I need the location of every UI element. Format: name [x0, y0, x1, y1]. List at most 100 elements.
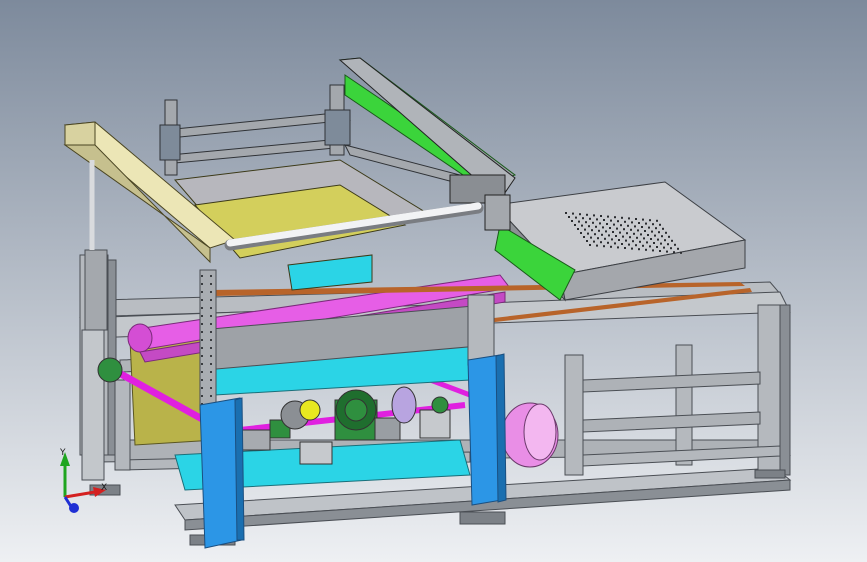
vacuum-hole	[594, 233, 596, 236]
vacuum-hole	[611, 238, 613, 241]
vacuum-hole	[616, 227, 618, 230]
vacuum-hole	[589, 217, 591, 220]
vacuum-hole	[653, 242, 655, 244]
vacuum-hole	[603, 245, 605, 248]
vacuum-hole	[617, 220, 619, 223]
vacuum-hole	[664, 239, 666, 242]
vacuum-hole	[590, 236, 592, 239]
vacuum-hole	[585, 221, 587, 224]
vacuum-hole	[608, 234, 610, 237]
vacuum-hole	[661, 235, 663, 238]
vacuum-hole	[610, 219, 612, 222]
vacuum-hole	[596, 218, 598, 221]
vacuum-hole	[656, 219, 658, 222]
vacuum-hole	[581, 224, 583, 227]
vacuum-hole	[631, 221, 633, 224]
vacuum-hole	[680, 251, 682, 254]
vacuum-hole	[649, 245, 651, 248]
vacuum-hole	[662, 227, 664, 230]
vacuum-hole	[630, 228, 632, 231]
vacuum-hole	[600, 215, 602, 217]
vacuum-hole	[640, 233, 642, 236]
vacuum-hole	[621, 216, 623, 219]
vacuum-hole	[645, 222, 647, 225]
vacuum-hole	[656, 246, 658, 248]
vacuum-hole	[624, 220, 626, 223]
vacuum-hole	[604, 237, 606, 240]
vacuum-hole	[663, 246, 665, 249]
vacuum-hole	[598, 229, 600, 232]
vacuum-hole	[600, 241, 602, 244]
vacuum-hole	[617, 246, 619, 249]
vacuum-hole	[665, 231, 667, 234]
vacuum-hole	[580, 232, 582, 234]
screen-printing-machine-model: Y X	[0, 0, 867, 562]
vacuum-hole	[657, 238, 659, 241]
vacuum-hole	[631, 247, 633, 250]
triad-z-arrowhead	[69, 503, 79, 513]
vacuum-hole	[623, 228, 625, 231]
vacuum-hole	[627, 224, 629, 227]
vacuum-hole	[655, 227, 657, 230]
vacuum-hole	[641, 226, 643, 228]
vacuum-hole	[673, 251, 675, 254]
vacuum-hole	[628, 243, 630, 246]
vacuum-hole	[637, 229, 639, 232]
vacuum-hole	[613, 223, 615, 226]
vacuum-hole	[644, 230, 646, 232]
left-rear-post	[84, 249, 108, 331]
vacuum-hole	[584, 228, 586, 231]
vacuum-hole	[568, 216, 570, 218]
vacuum-hole	[607, 241, 609, 244]
vacuum-hole	[614, 216, 616, 219]
vacuum-hole	[618, 239, 620, 241]
vacuum-hole	[648, 226, 650, 229]
vacuum-hole	[577, 228, 579, 230]
vacuum-hole	[601, 233, 603, 236]
vacuum-hole	[635, 218, 637, 220]
vacuum-hole	[638, 222, 640, 224]
vacuum-hole	[649, 219, 651, 222]
vacuum-hole	[565, 212, 567, 214]
vacuum-hole	[593, 240, 595, 243]
vacuum-hole	[674, 243, 676, 246]
vacuum-hole	[588, 225, 590, 228]
triad-x-label: X	[101, 483, 107, 493]
cad-viewport[interactable]: Y X	[0, 0, 867, 562]
vacuum-hole	[609, 227, 611, 229]
vacuum-hole	[607, 215, 609, 218]
vacuum-hole	[629, 236, 631, 239]
vacuum-hole	[586, 240, 588, 242]
vacuum-hole	[591, 229, 593, 232]
vacuum-hole	[574, 224, 576, 226]
vacuum-hole	[625, 239, 627, 242]
vacuum-hole	[597, 237, 599, 240]
vacuum-hole	[633, 232, 635, 235]
vacuum-hole	[659, 223, 661, 226]
vacuum-hole	[645, 248, 647, 251]
vacuum-hole	[620, 224, 622, 227]
vacuum-hole	[572, 212, 574, 215]
vacuum-hole	[647, 234, 649, 236]
vacuum-hole	[603, 219, 605, 221]
vacuum-hole	[652, 249, 654, 252]
vacuum-hole	[619, 231, 621, 234]
triad-y-label: Y	[59, 448, 66, 458]
vacuum-hole	[621, 243, 623, 245]
vacuum-hole	[578, 220, 580, 223]
vacuum-hole	[638, 248, 640, 251]
vacuum-hole	[606, 223, 608, 225]
vacuum-hole	[667, 243, 669, 246]
vacuum-hole	[579, 213, 581, 216]
vacuum-hole	[643, 237, 645, 240]
vacuum-hole	[646, 241, 648, 244]
vacuum-hole	[592, 221, 594, 224]
vacuum-hole	[677, 247, 679, 250]
vacuum-hole	[615, 235, 617, 237]
vacuum-hole	[660, 242, 662, 245]
vacuum-hole	[658, 231, 660, 234]
vacuum-hole	[635, 244, 637, 247]
vacuum-hole	[651, 230, 653, 233]
vacuum-hole	[614, 242, 616, 245]
vacuum-hole	[666, 250, 668, 253]
